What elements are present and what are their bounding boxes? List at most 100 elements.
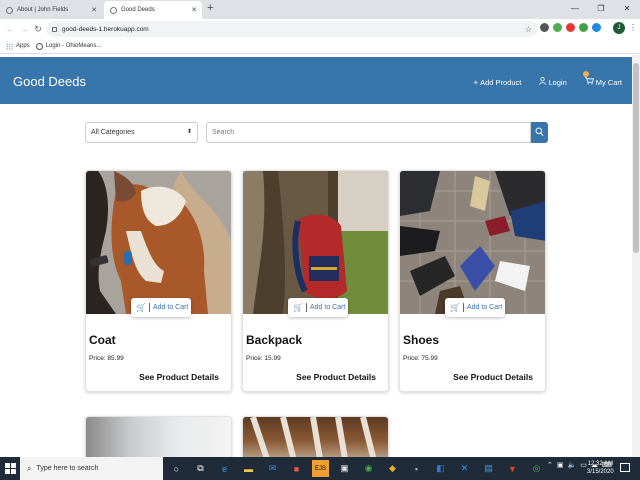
product-price: Price: 75.99 [403, 355, 438, 362]
volume-icon[interactable]: 🔈 [568, 461, 577, 469]
taskbar-search[interactable]: ⌕ Type here to search [20, 457, 163, 480]
page-viewport: Good Deeds + Add Product Login My Cart A… [0, 55, 632, 457]
bookmark-ohiomeans[interactable]: Login - OhioMeans... [35, 42, 102, 50]
product-price: Price: 15.99 [246, 355, 281, 362]
app-icon[interactable]: ◧ [432, 460, 449, 477]
extension-icon[interactable] [553, 23, 562, 32]
app-icon[interactable]: ▤ [480, 460, 497, 477]
search-icon: ⌕ [27, 463, 32, 473]
nav-login[interactable]: Login [539, 77, 567, 87]
ejs-icon[interactable]: EJS [312, 460, 329, 477]
cart-icon: 🛒 [136, 303, 150, 312]
mail-icon[interactable]: ✉ [264, 460, 281, 477]
product-image[interactable] [243, 417, 388, 457]
gitlab-icon[interactable]: ▼ [504, 460, 521, 477]
product-details-link[interactable]: See Product Details [139, 372, 219, 382]
windows-start-icon[interactable] [5, 463, 16, 474]
browser-tab-good-deeds[interactable]: Good Deeds ✕ [104, 1, 202, 19]
nav-links: + Add Product Login My Cart [473, 71, 622, 87]
new-tab-button[interactable]: + [207, 2, 213, 14]
file-explorer-icon[interactable]: ▬ [240, 460, 257, 477]
browser-menu-icon[interactable]: ⋮ [629, 23, 637, 32]
product-image-coat[interactable] [86, 171, 231, 314]
search-input[interactable]: Search [206, 122, 531, 143]
extension-icons [540, 23, 601, 32]
add-to-cart-button[interactable]: 🛒 Add to Cart [445, 298, 505, 317]
taskbar-search-placeholder: Type here to search [36, 465, 99, 472]
bookmark-apps[interactable]: Apps [6, 42, 30, 50]
add-to-cart-button[interactable]: 🛒 Add to Cart [131, 298, 191, 317]
product-image-shoes[interactable] [400, 171, 545, 314]
product-card-coat: 🛒 Add to Cart Coat Price: 85.99 See Prod… [85, 170, 232, 392]
page-scrollbar[interactable] [632, 55, 640, 457]
battery-icon[interactable]: ▭ [580, 461, 587, 469]
terminal-icon[interactable]: ▣ [336, 460, 353, 477]
add-to-cart-button[interactable]: 🛒 Add to Cart [288, 298, 348, 317]
close-icon[interactable]: ✕ [191, 6, 197, 14]
select-caret-icon: ⬍ [186, 129, 192, 135]
task-view-icon[interactable]: ⧉ [192, 460, 209, 477]
product-card-partial [242, 416, 389, 457]
product-image[interactable] [86, 417, 231, 457]
tab-title: About | John Fields [17, 7, 69, 13]
bookmark-label: Login - OhioMeans... [45, 43, 102, 49]
profile-avatar[interactable]: J [613, 22, 625, 34]
close-icon[interactable]: ✕ [91, 6, 97, 14]
app-icon[interactable]: ■ [288, 460, 305, 477]
lock-icon [52, 26, 57, 32]
extension-icon[interactable] [592, 23, 601, 32]
tab-title: Good Deeds [121, 7, 155, 13]
scrollbar-thumb[interactable] [633, 63, 639, 253]
nav-my-cart-label: My Cart [595, 77, 622, 87]
cortana-icon[interactable]: ○ [168, 460, 185, 477]
product-card-shoes: 🛒 Add to Cart Shoes Price: 75.99 See Pro… [399, 170, 546, 392]
clock-date: 3/15/2020 [587, 469, 614, 475]
product-image-backpack[interactable] [243, 171, 388, 314]
address-bar[interactable]: good-deeds-1.herokuapp.com ☆ [46, 21, 538, 37]
product-details-link[interactable]: See Product Details [453, 372, 533, 382]
notification-icon[interactable] [620, 463, 630, 472]
search-icon [535, 127, 544, 136]
close-window-icon[interactable]: ✕ [614, 0, 640, 19]
minimize-icon[interactable]: — [562, 0, 588, 19]
extension-icon[interactable] [540, 23, 549, 32]
app-icon[interactable]: ◎ [528, 460, 545, 477]
windows-taskbar: ⌕ Type here to search ○ ⧉ e ▬ ✉ ■ EJS ▣ … [0, 457, 640, 480]
taskbar-clock[interactable]: 12:32 AM 3/15/2020 [587, 460, 614, 476]
app-icon[interactable]: ▪ [408, 460, 425, 477]
network-icon[interactable]: ▣ [557, 461, 564, 469]
extension-icon[interactable] [566, 23, 575, 32]
clock-time: 12:32 AM [587, 461, 614, 467]
browser-tab-about[interactable]: About | John Fields ✕ [0, 1, 102, 19]
chevron-up-icon[interactable]: ⌃ [547, 461, 553, 469]
taskbar-apps: ○ ⧉ e ▬ ✉ ■ EJS ▣ ◉ ◆ ▪ ◧ ✕ ▤ ▼ ◎ [168, 460, 545, 477]
forward-icon[interactable]: → [17, 24, 31, 34]
nav-add-product[interactable]: + Add Product [473, 77, 521, 87]
search-button[interactable] [531, 122, 548, 143]
edge-icon[interactable]: e [216, 460, 233, 477]
apps-grid-icon [6, 42, 13, 50]
cart-icon [582, 71, 594, 87]
category-select-value: All Categories [91, 129, 135, 136]
browser-tab-strip: About | John Fields ✕ Good Deeds ✕ + — ❐… [0, 0, 640, 19]
app-icon[interactable]: ◆ [384, 460, 401, 477]
product-details-link[interactable]: See Product Details [296, 372, 376, 382]
chrome-icon[interactable]: ◉ [360, 460, 377, 477]
site-navbar: Good Deeds + Add Product Login My Cart [0, 57, 632, 104]
cart-icon: 🛒 [293, 303, 307, 312]
extension-icon[interactable] [579, 23, 588, 32]
site-brand[interactable]: Good Deeds [13, 74, 86, 89]
maximize-icon[interactable]: ❐ [588, 0, 614, 19]
reload-icon[interactable]: ↻ [31, 24, 45, 35]
url-text: good-deeds-1.herokuapp.com [62, 25, 149, 33]
bookmark-star-icon[interactable]: ☆ [525, 25, 532, 34]
window-controls: — ❐ ✕ [562, 0, 640, 19]
nav-my-cart[interactable]: My Cart [582, 71, 622, 87]
back-icon[interactable]: ← [3, 24, 17, 34]
vscode-icon[interactable]: ✕ [456, 460, 473, 477]
product-name: Shoes [403, 333, 440, 347]
product-filters: All Categories ⬍ Search [85, 122, 548, 143]
nav-login-label: Login [548, 77, 567, 87]
category-select[interactable]: All Categories ⬍ [85, 122, 198, 143]
bookmarks-bar: Apps Login - OhioMeans... [0, 39, 640, 54]
